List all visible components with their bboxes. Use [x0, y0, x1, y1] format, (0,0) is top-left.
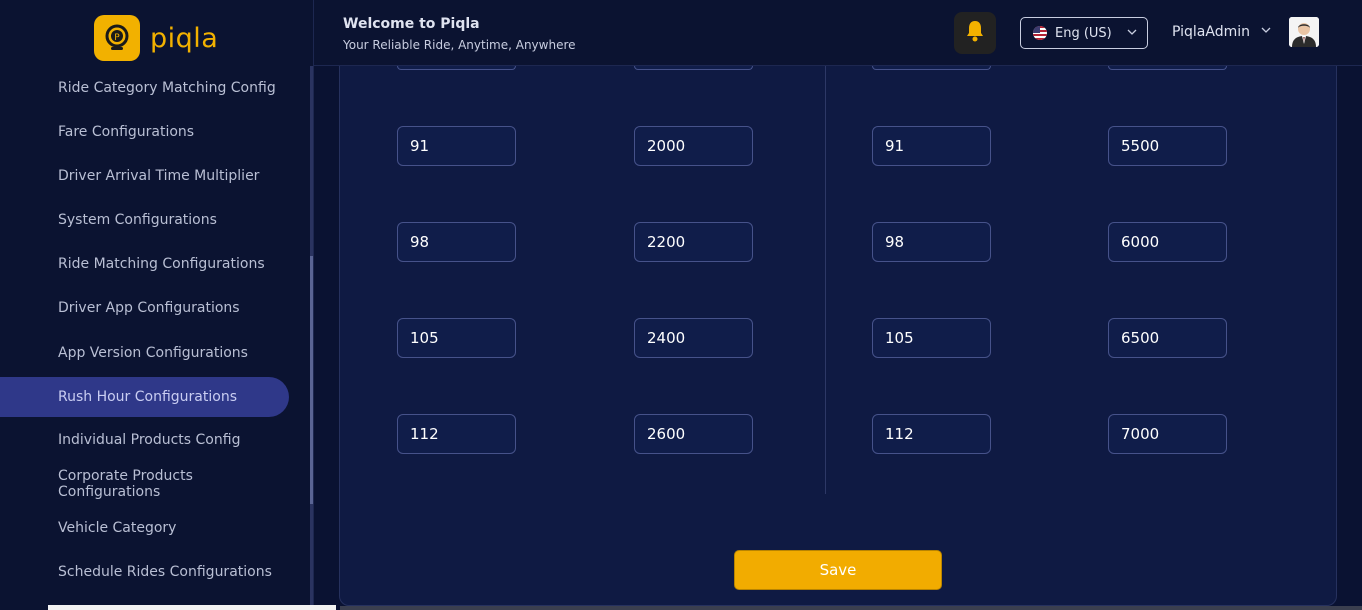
top-header: Welcome to Piqla Your Reliable Ride, Any…	[314, 0, 1362, 66]
sidebar-item-label: App Version Configurations	[58, 345, 248, 361]
clipped-input[interactable]	[1108, 66, 1227, 70]
sidebar-item-label: Individual Products Config	[58, 432, 241, 448]
notification-button[interactable]	[954, 12, 996, 54]
chevron-down-icon	[1126, 26, 1138, 42]
sidebar-item-driver-app-configurations[interactable]: Driver App Configurations	[0, 288, 289, 328]
sidebar-item-fare-configurations[interactable]: Fare Configurations	[0, 112, 289, 152]
config-input[interactable]	[1108, 318, 1227, 358]
sidebar-item-vehicle-category[interactable]: Vehicle Category	[0, 508, 289, 548]
config-input[interactable]	[397, 318, 516, 358]
sidebar-item-app-version-configurations[interactable]: App Version Configurations	[0, 333, 289, 373]
logo-text: piqla	[150, 22, 219, 54]
config-input[interactable]	[1108, 222, 1227, 262]
welcome-title: Welcome to Piqla	[343, 16, 480, 32]
config-input[interactable]	[1108, 126, 1227, 166]
config-input[interactable]	[634, 414, 753, 454]
bottom-scrollbar[interactable]	[340, 606, 1362, 610]
config-input[interactable]	[397, 126, 516, 166]
sidebar-scroll-thumb[interactable]	[310, 256, 313, 504]
bell-icon	[965, 20, 985, 46]
save-button[interactable]: Save	[734, 550, 942, 590]
logo[interactable]: P piqla	[94, 15, 218, 61]
sidebar-item-schedule-rides-configurations[interactable]: Schedule Rides Configurations	[0, 552, 289, 592]
clipped-input[interactable]	[397, 66, 516, 70]
sidebar-item-label: Rush Hour Configurations	[58, 389, 237, 405]
sidebar-item-system-configurations[interactable]: System Configurations	[0, 200, 289, 240]
sidebar-item-label: System Configurations	[58, 212, 217, 228]
sidebar-item-driver-arrival-time-multiplier[interactable]: Driver Arrival Time Multiplier	[0, 156, 289, 196]
sidebar-item-ride-matching-configurations[interactable]: Ride Matching Configurations	[0, 244, 289, 284]
config-input[interactable]	[872, 414, 991, 454]
avatar[interactable]	[1289, 17, 1319, 47]
config-input[interactable]	[872, 222, 991, 262]
sidebar-item-label: Vehicle Category	[58, 520, 177, 536]
language-select[interactable]: Eng (US)	[1020, 17, 1148, 49]
chevron-down-icon	[1260, 24, 1272, 40]
sidebar-item-ride-category-matching-config[interactable]: Ride Category Matching Config	[0, 68, 289, 108]
svg-text:P: P	[114, 33, 120, 43]
config-input[interactable]	[872, 318, 991, 358]
sidebar-item-label: Ride Matching Configurations	[58, 256, 265, 272]
user-menu[interactable]: PiqlaAdmin	[1172, 24, 1272, 40]
sidebar-item-corporate-products-configurations[interactable]: Corporate Products Configurations	[0, 464, 289, 504]
sidebar-item-label: Driver App Configurations	[58, 300, 240, 316]
clipped-input[interactable]	[634, 66, 753, 70]
sidebar-item-label: Fare Configurations	[58, 124, 195, 140]
us-flag-icon	[1033, 26, 1047, 40]
config-input[interactable]	[634, 222, 753, 262]
language-label: Eng (US)	[1055, 25, 1112, 41]
welcome-subtitle: Your Reliable Ride, Anytime, Anywhere	[343, 38, 576, 52]
sidebar-item-label: Ride Category Matching Config	[58, 80, 276, 96]
sidebar-item-label: Schedule Rides Configurations	[58, 564, 272, 580]
sidebar-item-individual-products-config[interactable]: Individual Products Config	[0, 420, 289, 460]
config-input[interactable]	[1108, 414, 1227, 454]
logo-mark-icon: P	[94, 15, 140, 61]
sidebar-item-rush-hour-configurations[interactable]: Rush Hour Configurations	[0, 377, 289, 417]
sidebar-item-label: Corporate Products Configurations	[58, 468, 193, 500]
config-input[interactable]	[634, 126, 753, 166]
config-input[interactable]	[397, 414, 516, 454]
user-name-label: PiqlaAdmin	[1172, 24, 1250, 40]
clipped-input[interactable]	[872, 66, 991, 70]
sidebar-item-label: Driver Arrival Time Multiplier	[58, 168, 260, 184]
config-input[interactable]	[397, 222, 516, 262]
sidebar-horizontal-scrollbar[interactable]	[48, 605, 336, 610]
column-divider	[825, 66, 826, 494]
config-input[interactable]	[634, 318, 753, 358]
sidebar: P piqla Ride Category Matching Config Fa…	[0, 0, 314, 610]
config-input[interactable]	[872, 126, 991, 166]
